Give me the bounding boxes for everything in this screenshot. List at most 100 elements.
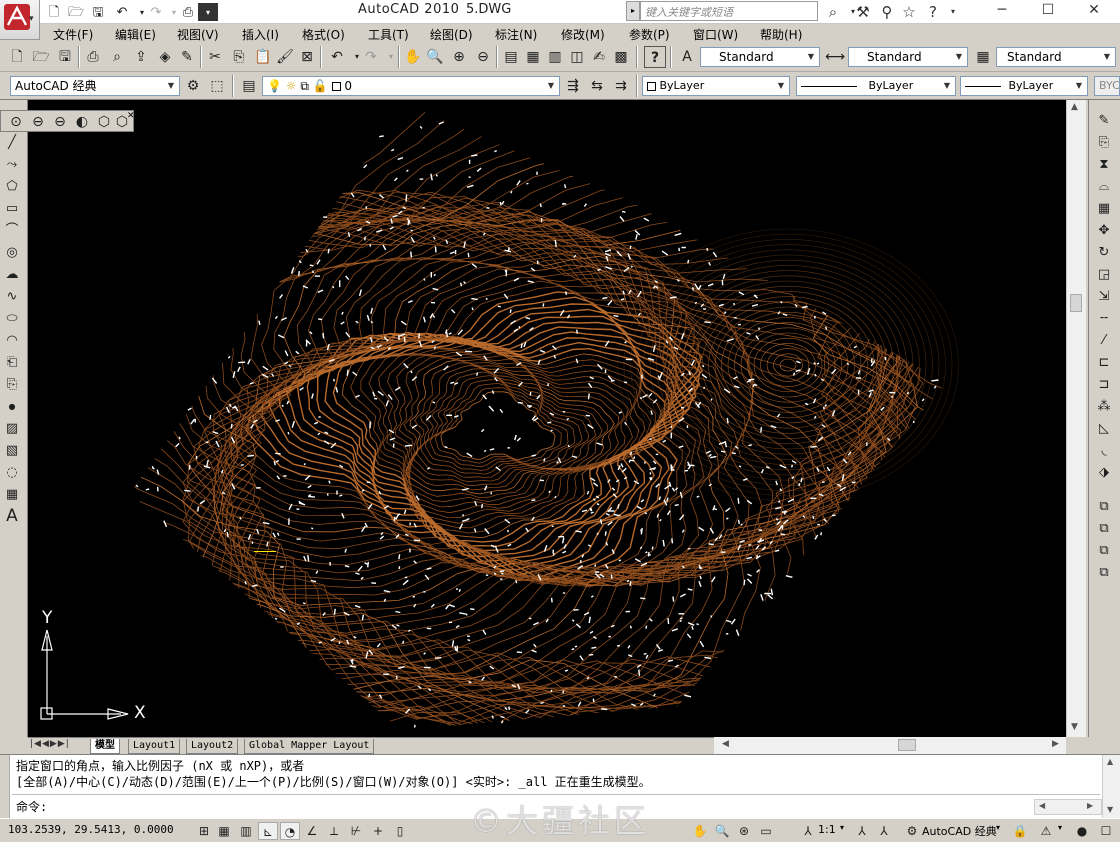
multiline-text-icon[interactable]: A <box>1 506 23 527</box>
table-icon[interactable]: ▦ <box>1 484 23 505</box>
bring-above-icon[interactable]: ⧉ <box>1093 540 1115 561</box>
cut-icon[interactable]: ✂ <box>204 46 226 68</box>
offset-icon[interactable]: ⌓ <box>1093 176 1115 197</box>
make-block-icon[interactable]: ⎘ <box>1 374 23 395</box>
tab-navigation-arrows[interactable]: |◀◀▶▶| <box>30 739 70 749</box>
coordinate-readout[interactable]: 103.2539, 29.5413, 0.0000 <box>8 823 174 836</box>
tab-global-mapper-layout[interactable]: Global Mapper Layout <box>244 739 375 754</box>
block-editor-icon[interactable]: ⊠ <box>296 46 318 68</box>
close-icon[interactable]: ✕ <box>1074 0 1114 22</box>
command-window-grip[interactable] <box>0 755 10 819</box>
clean-screen-icon[interactable]: ☐ <box>1096 822 1116 840</box>
save-toolbar-icon[interactable]: 🖫 <box>54 46 76 68</box>
application-menu-button[interactable]: ▾ <box>0 0 40 40</box>
pan-status-icon[interactable]: ✋ <box>690 822 710 840</box>
layer-properties-icon[interactable]: ▤ <box>238 75 260 97</box>
quick-access-dropdown-icon[interactable]: ▾ <box>198 3 218 21</box>
circle-icon[interactable]: ◎ <box>1 242 23 263</box>
workspace-select[interactable]: AutoCAD 经典 ▼ <box>10 76 180 96</box>
workspace-switch-icon[interactable]: ⚙ <box>902 822 922 840</box>
menu-draw[interactable]: 绘图(D) <box>430 26 473 43</box>
chevron-down-icon[interactable]: ▾ <box>840 823 844 832</box>
menu-dimension[interactable]: 标注(N) <box>495 26 537 43</box>
binoculars-icon[interactable]: ⌕ <box>822 1 844 23</box>
menu-view[interactable]: 视图(V) <box>177 26 219 43</box>
menu-file[interactable]: 文件(F) <box>53 26 93 43</box>
copy-object-icon[interactable]: ⎘ <box>1093 132 1115 153</box>
auto-scale-icon[interactable]: ⅄ <box>874 822 894 840</box>
vertical-scrollbar[interactable]: ▲ ▼ <box>1066 100 1086 737</box>
polar-tracking-icon[interactable]: ◔ <box>280 822 300 840</box>
open-file-icon[interactable]: 🗁 <box>66 3 86 21</box>
menu-format[interactable]: 格式(O) <box>302 26 345 43</box>
steeringwheel-icon[interactable]: ⊛ <box>734 822 754 840</box>
color-control-select[interactable]: ByLayer ▼ <box>642 76 790 96</box>
workspace-status-value[interactable]: AutoCAD 经典 <box>922 823 997 839</box>
scroll-down-icon[interactable]: ▼ <box>1107 805 1113 814</box>
rectangle-icon[interactable]: ▭ <box>1 198 23 219</box>
object-snap-tracking-icon[interactable]: ⟂ <box>324 822 344 840</box>
rotate-icon[interactable]: ↻ <box>1093 242 1115 263</box>
table-style-icon[interactable]: ▦ <box>972 46 994 68</box>
layer-state-icon[interactable]: ⇉ <box>610 75 632 97</box>
dim-style-select[interactable]: Standard ▼ <box>848 47 968 67</box>
chamfer-icon[interactable]: ◺ <box>1093 418 1115 439</box>
scroll-right-icon[interactable]: ▶ <box>1052 739 1059 749</box>
showmotion-icon[interactable]: ▭ <box>756 822 776 840</box>
open-icon[interactable]: 🗁 <box>30 46 52 68</box>
stretch-icon[interactable]: ⇲ <box>1093 286 1115 307</box>
grid-display-icon[interactable]: ▥ <box>236 822 256 840</box>
revision-cloud-icon[interactable]: ☁ <box>1 264 23 285</box>
trim-icon[interactable]: ╌ <box>1093 308 1115 329</box>
publish-icon[interactable]: ⇪ <box>130 46 152 68</box>
tool-palettes-icon[interactable]: ▥ <box>544 46 566 68</box>
search-input[interactable]: 键入关键字或短语 <box>640 1 818 21</box>
layer-select[interactable]: 💡 ☼ ⧉ 🔓 0 ▼ <box>262 76 560 96</box>
chevron-down-icon[interactable]: ▾ <box>996 823 1000 832</box>
layer-previous-icon[interactable]: ⇆ <box>586 75 608 97</box>
design-center-icon[interactable]: ▦ <box>522 46 544 68</box>
scroll-right-icon[interactable]: ▶ <box>1087 801 1093 810</box>
pan-realtime-icon[interactable]: ✋ <box>402 46 424 68</box>
properties-icon[interactable]: ▤ <box>500 46 522 68</box>
zoom-status-icon[interactable]: 🔍 <box>712 822 732 840</box>
gradient-icon[interactable]: ▧ <box>1 440 23 461</box>
menu-help[interactable]: 帮助(H) <box>760 26 802 43</box>
workspace-toggle-icon[interactable]: ⬚ <box>206 75 228 97</box>
redo-icon[interactable]: ↷ <box>146 3 166 21</box>
ortho-mode-icon[interactable]: ⊾ <box>258 822 278 840</box>
point-icon[interactable]: ● <box>1 396 23 417</box>
scale-icon[interactable]: ◲ <box>1093 264 1115 285</box>
scroll-up-icon[interactable]: ▲ <box>1107 757 1113 766</box>
dynamic-ucs-icon[interactable]: ⊬ <box>346 822 366 840</box>
named-views-icon[interactable]: ⊙ <box>5 111 27 133</box>
draw-order-back-icon[interactable]: ⧉ <box>1093 518 1115 539</box>
plot-style-select[interactable]: BYC <box>1094 76 1120 96</box>
arc-icon[interactable]: ⌒ <box>1 220 23 241</box>
menu-parametric[interactable]: 参数(P) <box>629 26 670 43</box>
polygon-icon[interactable]: ⬠ <box>1 176 23 197</box>
command-scrollbar[interactable]: ▲ ▼ <box>1102 755 1120 819</box>
region-icon[interactable]: ◌ <box>1 462 23 483</box>
explode-icon[interactable]: ⬗ <box>1093 462 1115 483</box>
linetype-control-select[interactable]: ByLayer ▼ <box>796 76 956 96</box>
sheet-set-icon[interactable]: ◫ <box>566 46 588 68</box>
command-hscroll[interactable]: ◀ ▶ <box>1034 799 1102 815</box>
help-dropdown-icon[interactable]: ▾ <box>942 1 964 23</box>
match-properties-icon[interactable]: 🖌 <box>274 46 296 68</box>
3d-dwf-icon[interactable]: ◈ <box>154 46 176 68</box>
fillet-icon[interactable]: ◟ <box>1093 440 1115 461</box>
bottom-view-icon[interactable]: ⊖ <box>49 111 71 133</box>
paste-icon[interactable]: 📋 <box>252 46 274 68</box>
save-icon[interactable]: 🖫 <box>88 3 108 21</box>
communication-center-icon[interactable]: ⚒ <box>852 1 874 23</box>
scroll-left-icon[interactable]: ◀ <box>1039 801 1045 810</box>
array-icon[interactable]: ▦ <box>1093 198 1115 219</box>
text-style-select[interactable]: Standard ▼ <box>700 47 820 67</box>
menu-window[interactable]: 窗口(W) <box>693 26 738 43</box>
break-at-point-icon[interactable]: ⊏ <box>1093 352 1115 373</box>
toolbar-lock-icon[interactable]: 🔒 <box>1010 822 1030 840</box>
menu-tools[interactable]: 工具(T) <box>368 26 409 43</box>
plot-icon[interactable]: ⎙ <box>178 3 198 21</box>
undo-toolbar-icon[interactable]: ↶ <box>326 46 348 68</box>
